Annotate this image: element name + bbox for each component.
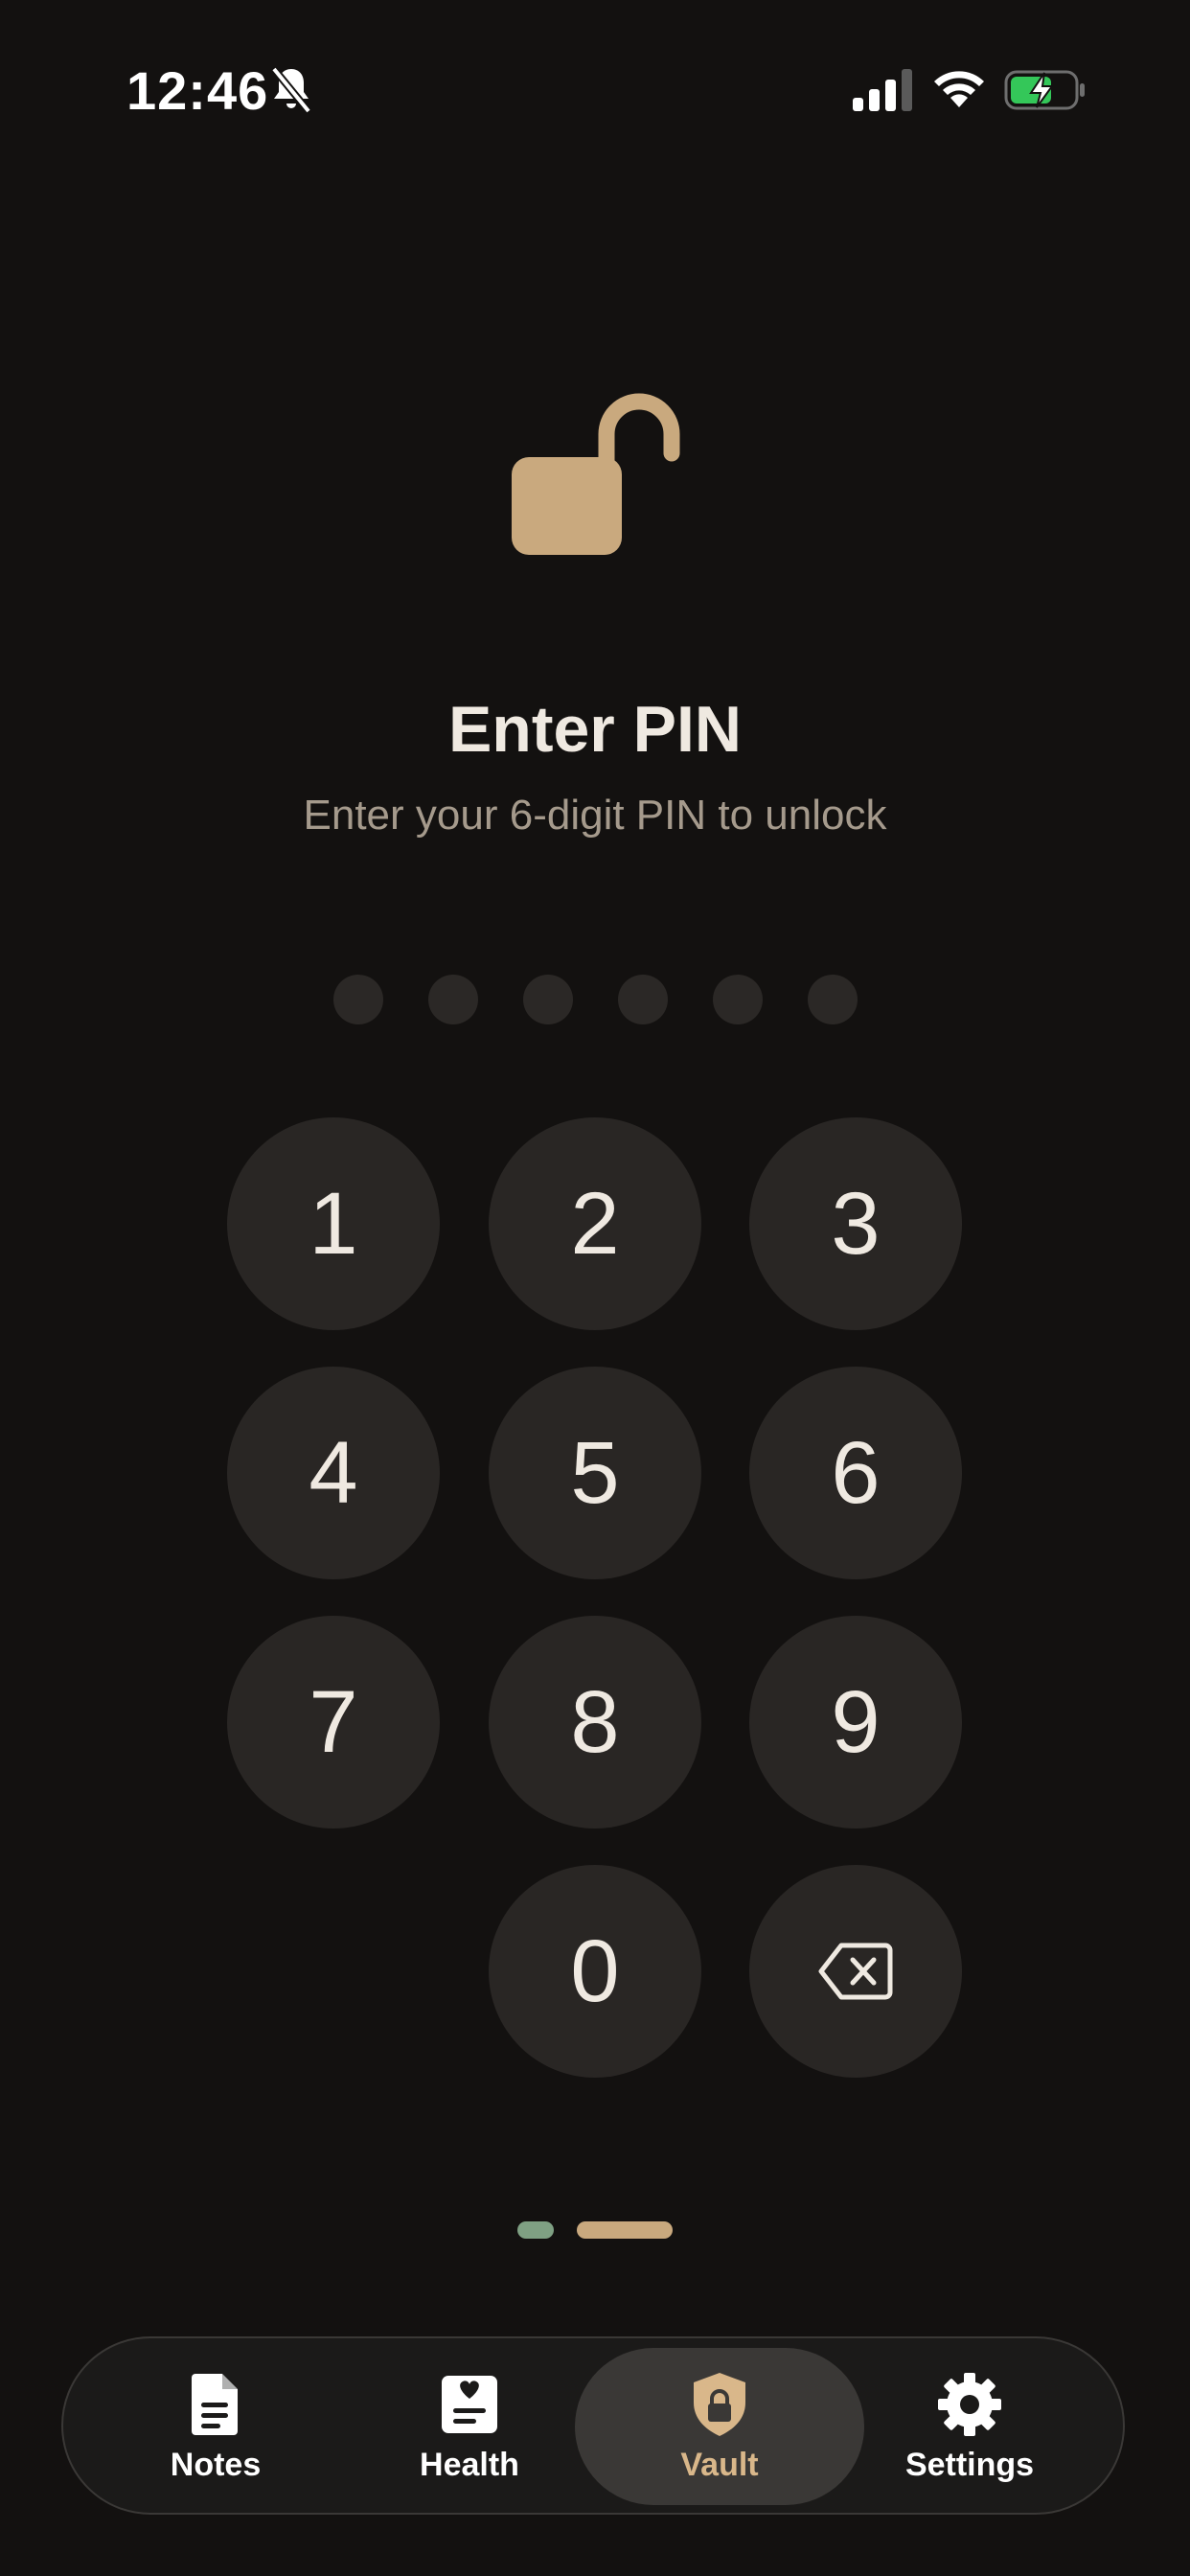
document-icon (192, 2373, 238, 2435)
backspace-button[interactable] (749, 1865, 962, 2078)
key-3[interactable]: 3 (749, 1117, 962, 1330)
key-8[interactable]: 8 (489, 1616, 701, 1828)
key-1[interactable]: 1 (227, 1117, 440, 1330)
tab-label: Vault (680, 2446, 759, 2483)
status-time: 12:46 (126, 60, 269, 121)
tab-label: Notes (170, 2446, 262, 2483)
key-5[interactable]: 5 (489, 1367, 701, 1579)
key-0[interactable]: 0 (489, 1865, 701, 2078)
tab-notes[interactable]: Notes (105, 2348, 326, 2505)
tab-health[interactable]: Health (359, 2348, 580, 2505)
cellular-signal-icon (853, 69, 912, 111)
tab-label: Health (420, 2446, 519, 2483)
unlocked-padlock-icon (512, 393, 680, 555)
page-title: Enter PIN (447, 693, 743, 766)
health-card-icon (442, 2375, 497, 2433)
key-2[interactable]: 2 (489, 1117, 701, 1330)
pin-dot (333, 975, 383, 1024)
pin-dot (523, 975, 573, 1024)
tab-label: Settings (904, 2446, 1035, 2483)
page-indicator-dot (517, 2221, 554, 2239)
tab-settings[interactable]: Settings (859, 2348, 1080, 2505)
key-7[interactable]: 7 (227, 1616, 440, 1828)
pin-dot (713, 975, 763, 1024)
gear-icon (938, 2372, 1001, 2436)
key-6[interactable]: 6 (749, 1367, 962, 1579)
key-4[interactable]: 4 (227, 1367, 440, 1579)
battery-charging-icon (1004, 70, 1085, 110)
pin-dot (808, 975, 858, 1024)
tab-vault[interactable]: Vault (575, 2348, 864, 2505)
backspace-icon (818, 1943, 893, 2000)
page-subtitle: Enter your 6-digit PIN to unlock (303, 792, 887, 839)
key-9[interactable]: 9 (749, 1616, 962, 1828)
wifi-icon (934, 71, 984, 107)
page-indicator-dot-active (577, 2221, 673, 2239)
pin-dot (618, 975, 668, 1024)
shield-lock-icon (694, 2372, 745, 2436)
bell-slash-icon (270, 66, 312, 114)
pin-dot (428, 975, 478, 1024)
